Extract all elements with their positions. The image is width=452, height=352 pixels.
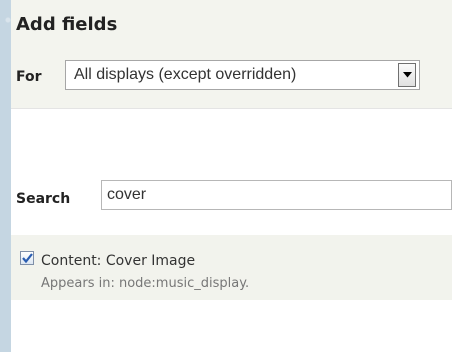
dialog-body: Search Content: Cover Image Appears in: …: [11, 108, 452, 352]
dialog-header: Add fields For All displays (except over…: [11, 0, 452, 108]
display-select-value: All displays (except overridden): [74, 66, 297, 83]
checkmark-icon: [21, 253, 33, 263]
dialog-title: Add fields: [16, 14, 118, 35]
search-label: Search: [16, 191, 71, 207]
list-item[interactable]: Content: Cover Image Appears in: node:mu…: [11, 235, 452, 300]
display-select[interactable]: All displays (except overridden): [65, 60, 420, 90]
for-label: For: [16, 69, 42, 85]
field-label: Content: Cover Image: [41, 253, 196, 269]
search-input[interactable]: [101, 180, 452, 210]
display-select-dropdown-button[interactable]: [398, 63, 416, 87]
field-checkbox[interactable]: [20, 251, 34, 265]
field-description: Appears in: node:music_display.: [41, 276, 250, 291]
add-fields-dialog: Add fields For All displays (except over…: [11, 0, 452, 352]
chevron-down-icon: [402, 72, 412, 78]
